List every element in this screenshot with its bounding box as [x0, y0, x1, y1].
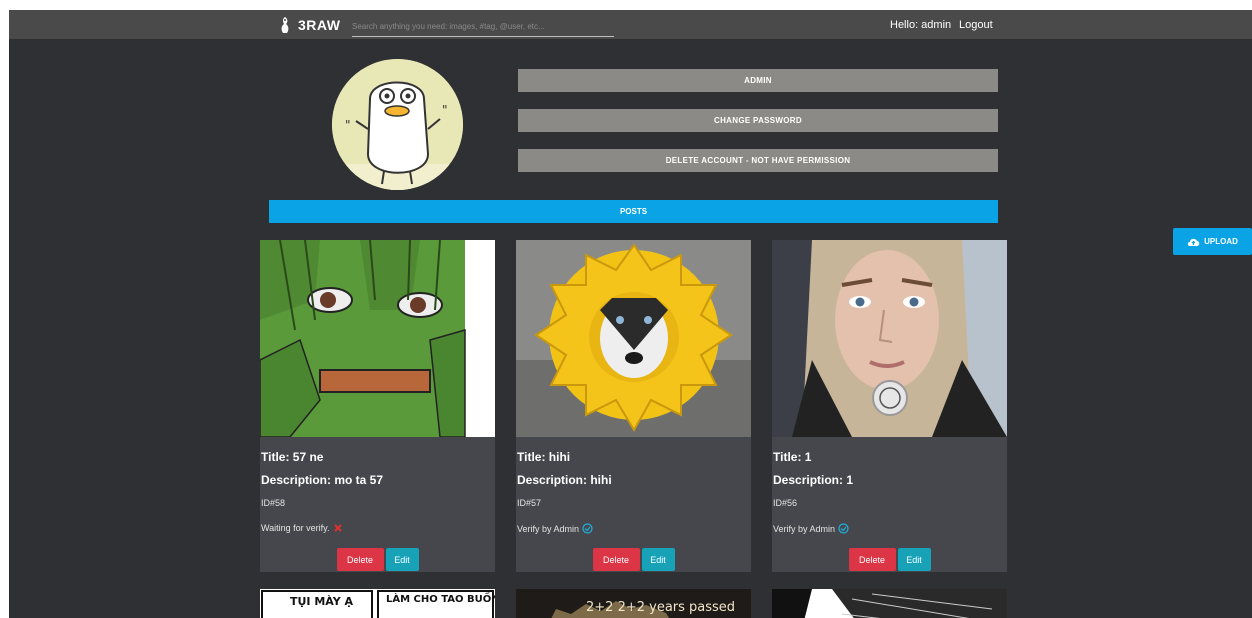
upload-button[interactable]: UPLOAD: [1173, 228, 1252, 255]
brand-logo[interactable]: 3RAW: [277, 15, 340, 35]
post-title: Title: 57 ne: [261, 450, 324, 464]
comic-caption-left: TỤI MÀY Ạ: [290, 595, 354, 608]
post-image-comic: TỤI MÀY Ạ LÀM CHO TAO BUỒN ĐƯỢC HẾT...: [260, 589, 495, 618]
delete-post-button[interactable]: Delete: [848, 548, 896, 571]
posts-section-header: POSTS: [269, 200, 998, 223]
post-image-manga: [772, 589, 1007, 618]
upload-label: UPLOAD: [1204, 237, 1238, 246]
post-card: Title: 1 Description: 1 ID#56 Verify by …: [772, 240, 1007, 572]
admin-name-button[interactable]: ADMIN: [518, 69, 998, 92]
edit-post-button[interactable]: Edit: [385, 548, 419, 571]
svg-text:": ": [442, 103, 448, 117]
post-id: ID#56: [773, 498, 798, 508]
delete-post-button[interactable]: Delete: [336, 548, 384, 571]
post-actions: Delete Edit: [260, 548, 495, 571]
logout-link[interactable]: Logout: [959, 19, 993, 31]
edit-post-button[interactable]: Edit: [641, 548, 675, 571]
change-password-button[interactable]: CHANGE PASSWORD: [518, 109, 998, 132]
greeting-text: Hello: admin: [890, 19, 952, 31]
post-actions: Delete Edit: [516, 548, 751, 571]
post-status: Verify by Admin: [773, 523, 849, 534]
post-description: Description: hihi: [517, 473, 612, 487]
post-status-text: Verify by Admin: [517, 523, 580, 534]
post-card-partial[interactable]: 2+2 2+2 years passed: [516, 589, 751, 618]
post-image-chess: 2+2 2+2 years passed: [516, 589, 751, 618]
check-circle-icon: [838, 523, 849, 534]
post-card: Title: hihi Description: hihi ID#57 Veri…: [516, 240, 751, 572]
post-image-portrait[interactable]: [772, 240, 1007, 437]
profile-avatar: " ": [332, 59, 463, 190]
brand-mascot-icon: [281, 17, 289, 33]
post-title: Title: hihi: [517, 450, 571, 464]
post-id: ID#58: [261, 498, 286, 508]
brand-name: 3RAW: [298, 17, 341, 33]
search-input[interactable]: [352, 16, 614, 37]
svg-text:": ": [345, 118, 351, 132]
app-window: 3RAW Hello: admin Logout " " ADMIN CHANG…: [9, 10, 1252, 618]
edit-post-button[interactable]: Edit: [897, 548, 931, 571]
post-card-partial[interactable]: TỤI MÀY Ạ LÀM CHO TAO BUỒN ĐƯỢC HẾT...: [260, 589, 495, 618]
post-card-partial[interactable]: [772, 589, 1007, 618]
x-mark-icon: [333, 524, 342, 532]
cloud-upload-icon: [1187, 238, 1200, 246]
post-status: Waiting for verify.: [261, 523, 343, 533]
chess-caption: 2+2 2+2 years passed: [586, 600, 735, 615]
duck-avatar-image: " ": [332, 59, 463, 190]
post-description: Description: mo ta 57: [261, 473, 384, 487]
post-status-text: Waiting for verify.: [261, 523, 330, 533]
post-image-dog-flower[interactable]: [516, 240, 751, 437]
delete-post-button[interactable]: Delete: [592, 548, 640, 571]
post-status: Verify by Admin: [517, 523, 593, 534]
check-circle-icon: [582, 523, 593, 534]
post-id: ID#57: [517, 498, 542, 508]
delete-account-button[interactable]: DELETE ACCOUNT - NOT HAVE PERMISSION: [518, 149, 998, 172]
post-title: Title: 1: [773, 450, 812, 464]
post-card: Title: 57 ne Description: mo ta 57 ID#58…: [260, 240, 495, 572]
post-status-text: Verify by Admin: [773, 523, 836, 534]
post-image-frog[interactable]: [260, 240, 495, 437]
post-actions: Delete Edit: [772, 548, 1007, 571]
post-description: Description: 1: [773, 473, 854, 487]
top-navbar: 3RAW Hello: admin Logout: [9, 10, 1252, 39]
